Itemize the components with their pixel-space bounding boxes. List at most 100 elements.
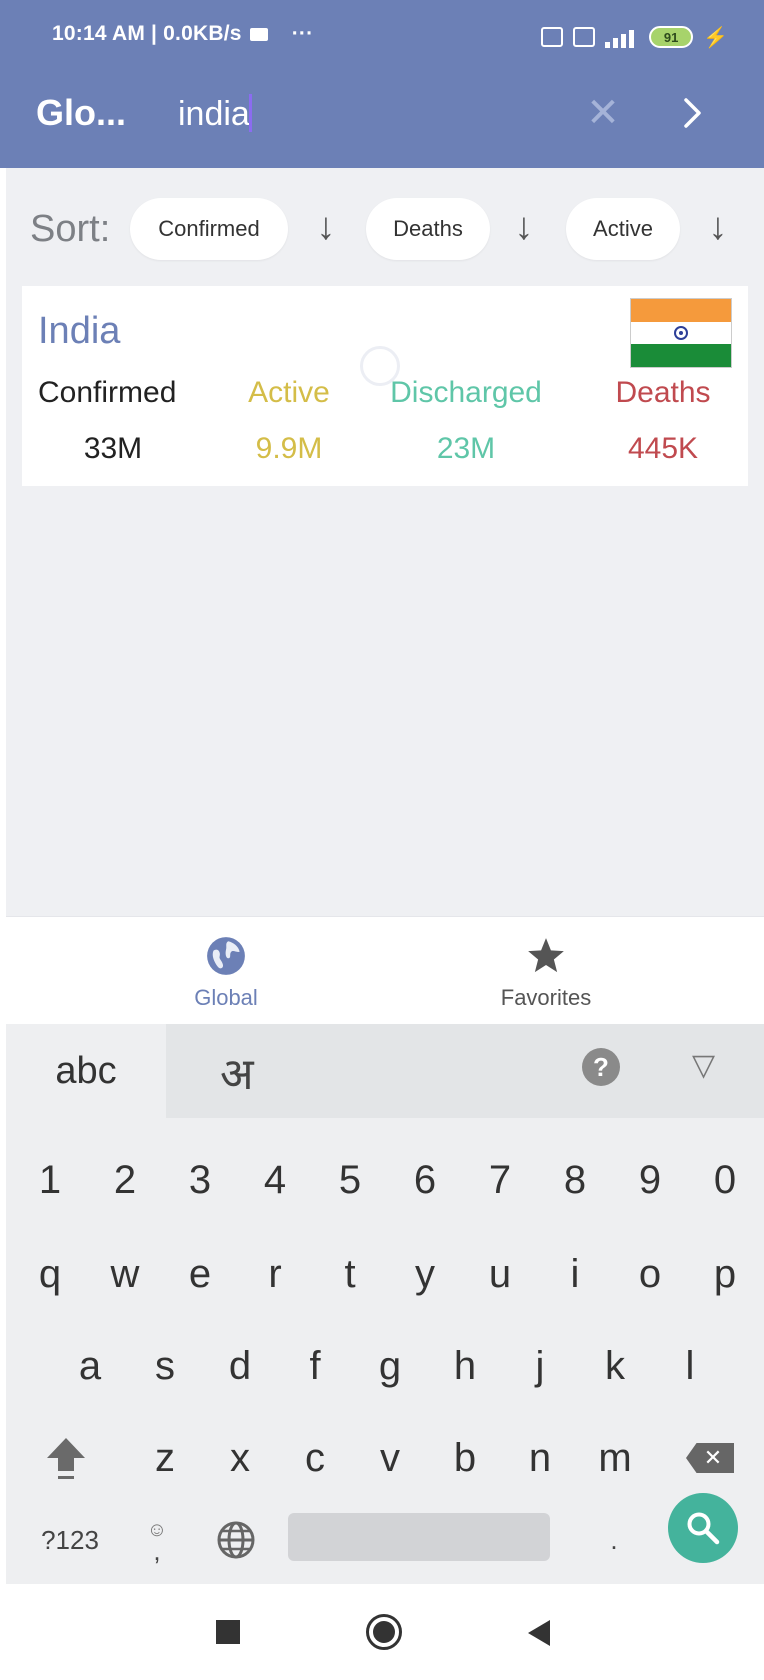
stat-label-discharged: Discharged <box>390 376 542 409</box>
video-icon <box>249 28 268 41</box>
search-key[interactable] <box>668 1493 738 1563</box>
stat-value-active: 9.9M <box>255 432 323 465</box>
sim-icon <box>573 27 596 47</box>
country-card[interactable]: India Confirmed 33M Active 9.9M Discharg… <box>22 286 748 486</box>
key-6[interactable]: 6 <box>395 1140 455 1220</box>
key-m[interactable]: m <box>585 1418 645 1498</box>
clear-search-button[interactable]: ✕ <box>582 91 624 135</box>
key-1[interactable]: 1 <box>20 1140 80 1220</box>
key-9[interactable]: 9 <box>620 1140 680 1220</box>
key-0[interactable]: 0 <box>695 1140 755 1220</box>
key-f[interactable]: f <box>285 1326 345 1406</box>
key-x[interactable]: x <box>210 1418 270 1498</box>
search-icon <box>687 1512 720 1545</box>
charging-icon: ⚡ <box>703 26 728 49</box>
app-screen: 10:14 AM | 0.0KB/s ··· 91 ⚡ Glo... ✕ <box>0 0 764 1680</box>
sort-chip-deaths[interactable]: Deaths <box>366 198 490 260</box>
app-bar: 10:14 AM | 0.0KB/s ··· 91 ⚡ Glo... ✕ <box>0 0 764 168</box>
sort-deaths-arrow-icon[interactable]: ↓ <box>506 204 542 250</box>
space-bar[interactable] <box>288 1513 550 1561</box>
hide-keyboard-icon[interactable]: ▽ <box>692 1048 715 1083</box>
country-name: India <box>38 310 121 352</box>
key-l[interactable]: l <box>660 1326 720 1406</box>
key-t[interactable]: t <box>320 1234 380 1314</box>
key-o[interactable]: o <box>620 1234 680 1314</box>
bottom-nav: Global Favorites <box>6 916 764 1025</box>
key-v[interactable]: v <box>360 1418 420 1498</box>
stat-value-deaths: 445K <box>627 432 699 465</box>
star-icon <box>528 938 564 973</box>
sort-active-arrow-icon[interactable]: ↓ <box>700 204 736 250</box>
help-icon[interactable]: ? <box>582 1048 620 1086</box>
text-caret <box>249 94 252 132</box>
key-z[interactable]: z <box>135 1418 195 1498</box>
search-input[interactable] <box>176 88 560 140</box>
sort-confirmed-arrow-icon[interactable]: ↓ <box>308 204 344 250</box>
sort-chip-active[interactable]: Active <box>566 198 680 260</box>
globe-icon <box>207 937 245 975</box>
key-s[interactable]: s <box>135 1326 195 1406</box>
key-h[interactable]: h <box>435 1326 495 1406</box>
key-3[interactable]: 3 <box>170 1140 230 1220</box>
key-5[interactable]: 5 <box>320 1140 380 1220</box>
keyboard-tab-hindi[interactable]: अ <box>220 1042 254 1102</box>
status-time: 10:14 AM | 0.0KB/s <box>52 22 242 45</box>
sort-label: Sort: <box>30 208 111 250</box>
key-k[interactable]: k <box>585 1326 645 1406</box>
key-g[interactable]: g <box>360 1326 420 1406</box>
sort-chip-confirmed[interactable]: Confirmed <box>130 198 288 260</box>
key-c[interactable]: c <box>285 1418 345 1498</box>
stat-value-discharged: 23M <box>436 432 496 465</box>
nav-item-global[interactable]: Global <box>136 935 316 1011</box>
key-8[interactable]: 8 <box>545 1140 605 1220</box>
nav-label-global: Global <box>194 985 258 1010</box>
key-7[interactable]: 7 <box>470 1140 530 1220</box>
key-a[interactable]: a <box>60 1326 120 1406</box>
period-key[interactable]: . <box>584 1500 644 1580</box>
india-flag-icon <box>630 298 732 368</box>
backspace-key[interactable]: ✕ <box>670 1418 750 1498</box>
key-q[interactable]: q <box>20 1234 80 1314</box>
home-icon[interactable] <box>366 1614 402 1650</box>
key-n[interactable]: n <box>510 1418 570 1498</box>
signal-icon <box>605 26 639 48</box>
key-j[interactable]: j <box>510 1326 570 1406</box>
recents-icon[interactable] <box>216 1620 240 1644</box>
comma-label: , <box>153 1536 161 1566</box>
globe-language-icon <box>217 1521 255 1559</box>
more-icon: ··· <box>291 22 314 45</box>
stat-label-confirmed: Confirmed <box>38 376 177 409</box>
stat-label-deaths: Deaths <box>615 376 711 409</box>
key-i[interactable]: i <box>545 1234 605 1314</box>
key-b[interactable]: b <box>435 1418 495 1498</box>
symbols-key[interactable]: ?123 <box>30 1500 110 1580</box>
key-w[interactable]: w <box>95 1234 155 1314</box>
key-y[interactable]: y <box>395 1234 455 1314</box>
key-r[interactable]: r <box>245 1234 305 1314</box>
language-key[interactable] <box>206 1500 266 1580</box>
app-title: Glo... <box>36 92 126 133</box>
key-e[interactable]: e <box>170 1234 230 1314</box>
emoji-comma-key[interactable]: ☺ , <box>132 1500 182 1580</box>
battery-level: 91 <box>663 29 679 45</box>
soft-keyboard: abc अ ? ▽ 1 2 3 4 5 6 7 8 9 0 q w e r t … <box>6 1024 764 1584</box>
key-2[interactable]: 2 <box>95 1140 155 1220</box>
key-u[interactable]: u <box>470 1234 530 1314</box>
keyboard-toolbar: abc अ ? ▽ <box>6 1024 764 1118</box>
nav-label-favorites: Favorites <box>500 985 592 1010</box>
stat-value-confirmed: 33M <box>83 432 143 465</box>
key-p[interactable]: p <box>695 1234 755 1314</box>
status-icons: 91 ⚡ <box>541 20 728 54</box>
back-icon[interactable] <box>528 1620 550 1646</box>
chevron-right-icon <box>684 98 701 128</box>
next-button[interactable] <box>676 90 710 136</box>
content-area: Sort: Confirmed ↓ Deaths ↓ Active ↓ Indi… <box>6 168 764 916</box>
key-d[interactable]: d <box>210 1326 270 1406</box>
shift-key[interactable] <box>36 1418 96 1498</box>
no-sim-icon <box>541 27 564 47</box>
nav-item-favorites[interactable]: Favorites <box>456 935 636 1011</box>
shift-icon <box>47 1438 85 1479</box>
keyboard-tab-abc[interactable]: abc <box>6 1024 166 1118</box>
key-4[interactable]: 4 <box>245 1140 305 1220</box>
stat-label-active: Active <box>248 376 330 409</box>
